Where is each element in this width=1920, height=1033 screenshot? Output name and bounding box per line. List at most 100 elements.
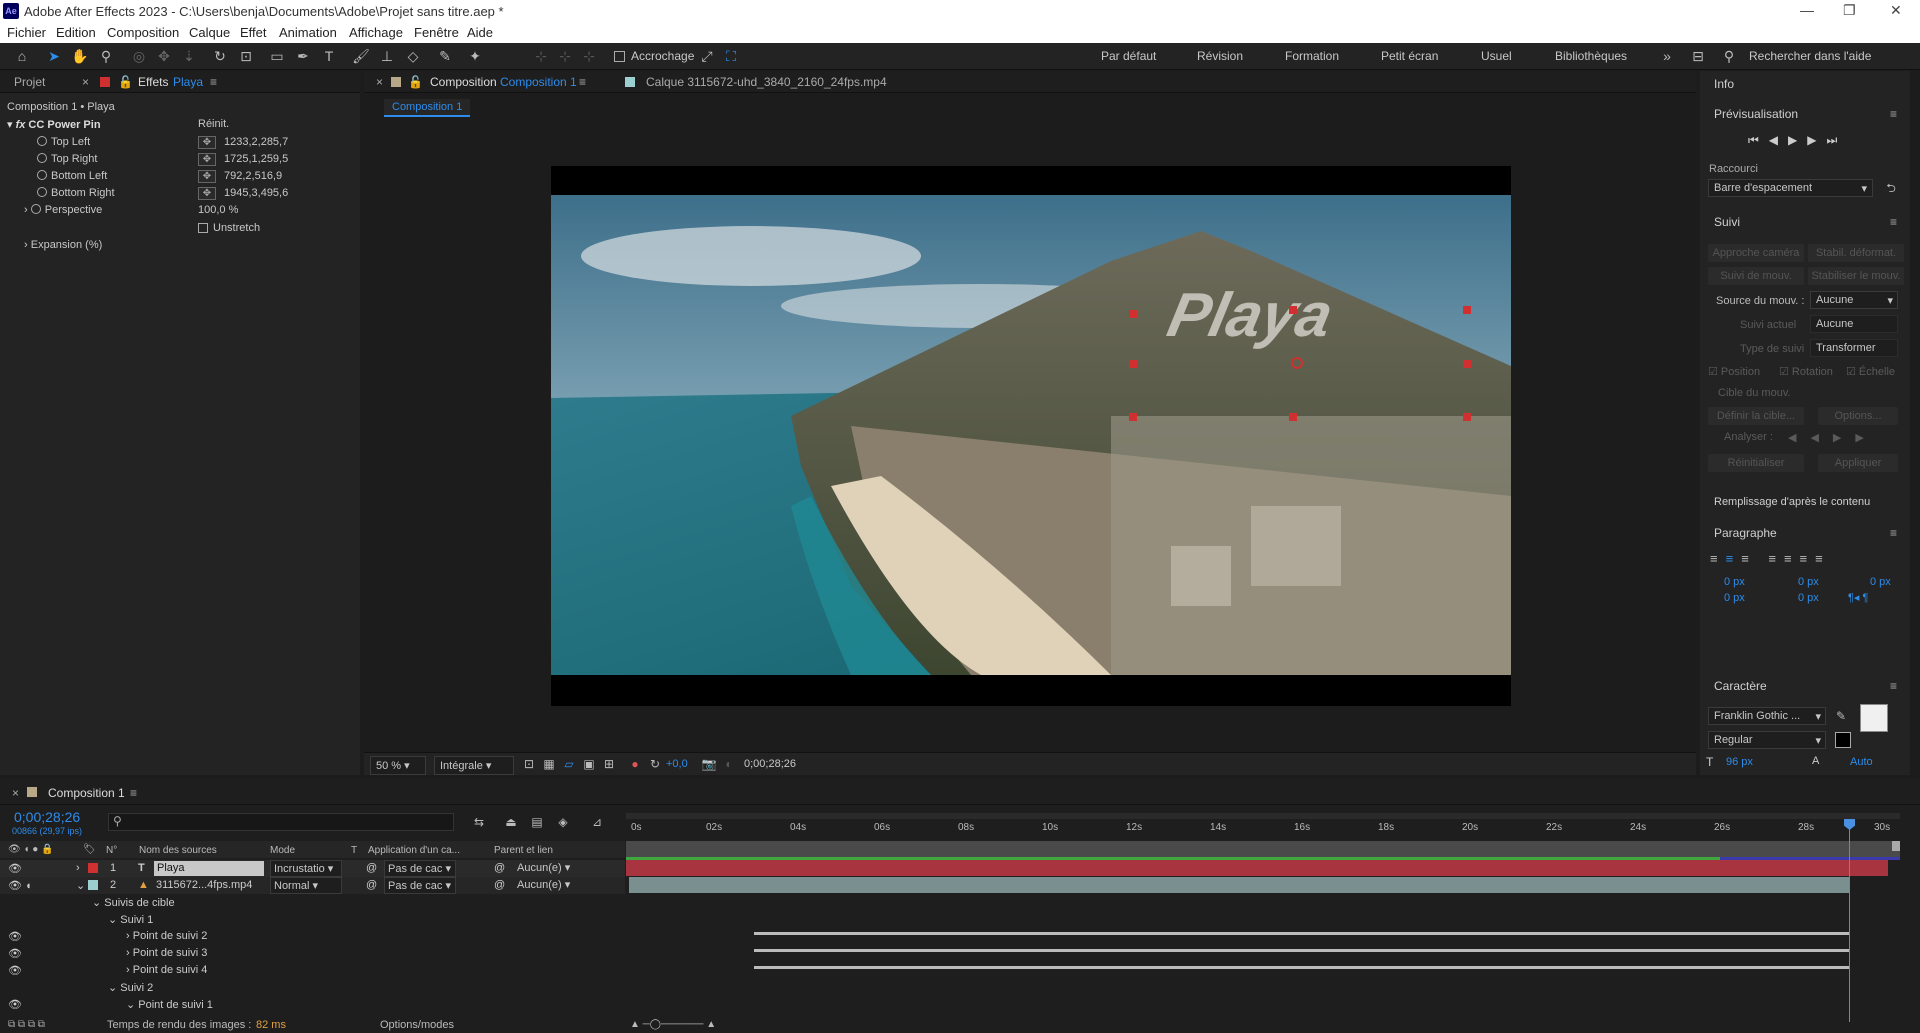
reset-button[interactable]: Réinitialiser xyxy=(1708,454,1804,472)
anchor-tool-icon[interactable]: ⊡ xyxy=(237,47,255,65)
tree-item[interactable]: ⌄ Suivi 1 xyxy=(0,911,625,928)
tab-project[interactable]: Projet xyxy=(14,75,45,89)
font-dropdown[interactable]: Franklin Gothic ... ▾ xyxy=(1708,707,1826,725)
track-matte-dropdown[interactable]: Pas de cac ▾ xyxy=(384,860,456,877)
options-modes-toggle[interactable]: Options/modes xyxy=(380,1019,454,1031)
indent-right-value[interactable]: 0 px xyxy=(1798,576,1819,588)
info-header[interactable]: Info xyxy=(1714,77,1734,91)
panel-menu-icon[interactable]: ≡ xyxy=(1890,215,1900,229)
corner-pin-handle[interactable] xyxy=(1463,413,1471,421)
fill-color-swatch[interactable] xyxy=(1860,704,1888,732)
menu-animation[interactable]: Animation xyxy=(279,25,337,40)
draft-3d-icon[interactable]: ⏏ xyxy=(502,813,520,831)
loop-icon[interactable]: ⮌ xyxy=(1882,179,1900,197)
stroke-swatch[interactable] xyxy=(1835,732,1851,748)
menu-affichage[interactable]: Affichage xyxy=(349,25,403,40)
pen-tool-icon[interactable]: ✒ xyxy=(294,47,312,65)
layer-label-color[interactable] xyxy=(88,880,98,890)
rotation-checkbox[interactable]: ☑ Rotation xyxy=(1779,365,1833,378)
dolly-camera-icon[interactable]: ⇣ xyxy=(180,47,198,65)
snap-options-icon[interactable]: ⤢ xyxy=(698,47,716,65)
playback-controls[interactable]: ⏮◀▶▶⏭ xyxy=(1748,133,1847,148)
stabilize-motion-button[interactable]: Stabiliser le mouv. xyxy=(1808,267,1904,285)
graph-editor-icon[interactable]: ⊿ xyxy=(588,813,606,831)
reset-exposure-icon[interactable]: ↻ xyxy=(646,755,664,773)
stopwatch-icon[interactable] xyxy=(37,136,47,146)
layer-label-color[interactable] xyxy=(88,863,98,873)
reset-link[interactable]: Réinit. xyxy=(198,118,229,130)
resolution-dropdown[interactable]: Intégrale ▾ xyxy=(434,756,514,775)
panel-menu-icon[interactable]: ≡ xyxy=(1890,107,1900,121)
hide-shy-layers-icon[interactable]: ▤ xyxy=(528,813,546,831)
prop-top-left-value[interactable]: 1233,2,285,7 xyxy=(224,136,288,148)
motion-source-dropdown[interactable]: Aucune ▾ xyxy=(1810,291,1898,309)
eyedropper-icon[interactable]: ✎ xyxy=(1832,707,1850,725)
view-axis-icon[interactable]: ⊹ xyxy=(580,47,598,65)
tree-item[interactable]: 👁 › Point de suivi 2 xyxy=(0,928,625,945)
visibility-eye-icon[interactable]: 👁 xyxy=(8,862,22,875)
indent-first-value[interactable]: 0 px xyxy=(1870,576,1891,588)
stopwatch-icon[interactable] xyxy=(37,170,47,180)
pan-camera-icon[interactable]: ✥ xyxy=(155,47,173,65)
frame-blending-icon[interactable]: ◈ xyxy=(554,813,572,831)
pick-whip-icon[interactable]: @ xyxy=(494,879,505,891)
selection-tool-icon[interactable]: ➤ xyxy=(45,47,63,65)
workspace-default[interactable]: Par défaut xyxy=(1101,49,1156,63)
current-track-dropdown[interactable]: Aucune xyxy=(1810,315,1898,333)
menu-fenetre[interactable]: Fenêtre xyxy=(414,25,459,40)
hand-tool-icon[interactable]: ✋ xyxy=(71,47,89,65)
stopwatch-icon[interactable] xyxy=(37,187,47,197)
tab-timeline-comp[interactable]: Composition 1 xyxy=(48,786,125,800)
close-icon[interactable]: ✕ xyxy=(1890,2,1902,19)
stamp-tool-icon[interactable]: ⊥ xyxy=(378,47,396,65)
workspace-small-screen[interactable]: Petit écran xyxy=(1381,49,1438,63)
tab-layer[interactable]: Calque 3115672-uhd_3840_2160_24fps.mp4 xyxy=(646,75,887,89)
tracker-header[interactable]: Suivi xyxy=(1714,215,1740,229)
prop-top-right-value[interactable]: 1725,1,259,5 xyxy=(224,153,288,165)
status-switch-icons[interactable]: ⧉ ⧉ ⧉ ⧉ xyxy=(8,1019,45,1030)
region-of-interest-icon[interactable]: ▣ xyxy=(580,755,598,773)
color-channels-icon[interactable]: ● xyxy=(626,755,644,773)
rectangle-tool-icon[interactable]: ▭ xyxy=(268,47,286,65)
time-ruler[interactable]: 0s 02s 04s 06s 08s 10s 12s 14s 16s 18s 2… xyxy=(626,819,1900,841)
tab-composition-prefix[interactable]: Composition xyxy=(430,75,497,89)
timeline-search-input[interactable]: ⚲ xyxy=(108,813,454,831)
tab-effects-layer[interactable]: Playa xyxy=(173,75,203,89)
pick-whip-icon[interactable]: @ xyxy=(494,862,505,874)
maximize-icon[interactable]: ❐ xyxy=(1843,2,1856,19)
home-icon[interactable]: ⌂ xyxy=(13,47,31,65)
mask-visibility-icon[interactable]: ▱ xyxy=(560,755,578,773)
brush-tool-icon[interactable]: 🖌 xyxy=(352,47,370,65)
position-checkbox[interactable]: ☑ Position xyxy=(1708,365,1760,378)
menu-composition[interactable]: Composition xyxy=(107,25,179,40)
content-aware-fill-header[interactable]: Remplissage d'après le contenu xyxy=(1714,496,1870,508)
track-keyframes[interactable] xyxy=(754,932,1850,935)
timeline-timecode[interactable]: 0;00;28;26 xyxy=(14,809,80,825)
visibility-eye-icon[interactable]: 👁 xyxy=(8,930,22,943)
effect-header[interactable]: ▾ fx CC Power Pin xyxy=(7,118,101,131)
corner-pin-handle[interactable] xyxy=(1289,306,1297,314)
stopwatch-icon[interactable] xyxy=(37,153,47,163)
edit-target-button[interactable]: Définir la cible... xyxy=(1708,407,1804,425)
tree-item[interactable]: 👁 › Point de suivi 3 xyxy=(0,945,625,962)
collapse-arrow-icon[interactable]: ⌄ xyxy=(76,879,85,892)
panel-menu-icon[interactable]: ≡ xyxy=(1890,679,1900,693)
tree-item[interactable]: ⌄ Suivis de cible xyxy=(0,894,625,911)
exposure-value[interactable]: +0,0 xyxy=(666,758,688,770)
layer-name[interactable]: 3115672...4fps.mp4 xyxy=(156,879,252,891)
local-axis-icon[interactable]: ⊹ xyxy=(532,47,550,65)
comp-mini-flowchart-icon[interactable]: ⇆ xyxy=(470,813,488,831)
layer-bar-playa[interactable] xyxy=(626,860,1888,876)
close-tab-icon[interactable]: × xyxy=(12,786,19,800)
visibility-eye-icon[interactable]: 👁 xyxy=(8,998,22,1011)
crosshair-icon[interactable]: ✥ xyxy=(198,187,216,200)
visibility-eye-icon[interactable]: 👁 xyxy=(8,947,22,960)
parent-dropdown[interactable]: Aucun(e) ▾ xyxy=(514,877,600,892)
corner-pin-handle[interactable] xyxy=(1289,413,1297,421)
viewer-timecode[interactable]: 0;00;28;26 xyxy=(744,758,796,770)
analyze-controls[interactable]: ◀◀▶▶ xyxy=(1788,431,1878,444)
menu-aide[interactable]: Aide xyxy=(467,25,493,40)
help-search-input[interactable]: Rechercher dans l'aide xyxy=(1749,49,1871,63)
crosshair-icon[interactable]: ✥ xyxy=(198,153,216,166)
grid-guides-icon[interactable]: ⊞ xyxy=(600,755,618,773)
